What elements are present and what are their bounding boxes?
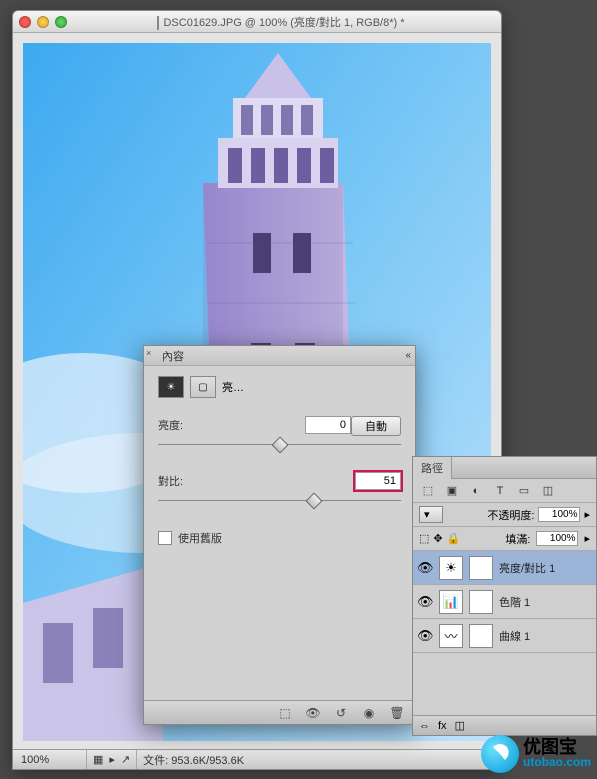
- reset-icon[interactable]: ↺: [333, 705, 349, 721]
- layers-panel: 路徑 ⬚ ▣ ◐ T ▭ ◫ ▾ 不透明度: 100% ▸ ⬚ ✥ 🔒 填滿: …: [412, 456, 597, 736]
- adjust-filter-icon[interactable]: ◐: [467, 483, 485, 499]
- window-title: DSC01629.JPG @ 100% (亮度/對比 1, RGB/8*) *: [163, 17, 404, 29]
- visibility-toggle[interactable]: 👁: [417, 628, 433, 644]
- layer-row[interactable]: 👁 📊 色階 1: [413, 585, 596, 619]
- lock-all-icon[interactable]: 🔒: [447, 532, 461, 545]
- fill-stepper[interactable]: ▸: [584, 532, 590, 545]
- smart-filter-icon[interactable]: ◫: [539, 483, 557, 499]
- close-icon[interactable]: ×: [146, 348, 151, 358]
- preset-label[interactable]: 亮…: [222, 379, 244, 395]
- link-layers-icon[interactable]: ⇔: [419, 720, 430, 732]
- contrast-label: 對比:: [158, 473, 183, 489]
- shape-filter-icon[interactable]: ▭: [515, 483, 533, 499]
- brightness-slider[interactable]: [158, 438, 401, 454]
- close-window-button[interactable]: [19, 16, 31, 28]
- watermark-en: utobao.com: [523, 755, 591, 769]
- opacity-stepper[interactable]: ▸: [584, 508, 590, 521]
- use-legacy-checkbox[interactable]: [158, 531, 172, 545]
- type-filter-icon[interactable]: T: [491, 483, 509, 499]
- proxy-icon[interactable]: [157, 16, 159, 30]
- collapse-icon[interactable]: «: [405, 350, 411, 361]
- add-mask-icon[interactable]: ◫: [455, 719, 465, 732]
- titlebar[interactable]: DSC01629.JPG @ 100% (亮度/對比 1, RGB/8*) *: [13, 11, 501, 33]
- visibility-toggle[interactable]: 👁: [417, 594, 433, 610]
- mask-thumb[interactable]: [469, 556, 493, 580]
- adjustment-icon[interactable]: ☀: [158, 376, 184, 398]
- properties-panel: × 內容 « ☀ ▢ 亮… 自動 亮度: 對比: 使用舊版: [143, 345, 416, 725]
- status-icon[interactable]: ▦: [93, 753, 103, 766]
- clip-icon[interactable]: ⬚: [277, 705, 293, 721]
- lock-move-icon[interactable]: ✥: [433, 532, 442, 545]
- auto-button[interactable]: 自動: [351, 416, 401, 436]
- fill-label: 填滿:: [505, 531, 530, 547]
- view-previous-icon[interactable]: ◉: [361, 705, 377, 721]
- adjustment-thumb[interactable]: 📊: [439, 590, 463, 614]
- watermark-logo: [481, 735, 519, 773]
- file-size: 文件: 953.6K/953.6K: [137, 752, 244, 768]
- use-legacy-label: 使用舊版: [178, 530, 222, 546]
- contrast-input[interactable]: [355, 472, 401, 490]
- lock-transparent-icon[interactable]: ⬚: [419, 532, 429, 545]
- minimize-window-button[interactable]: [37, 16, 49, 28]
- panel-title: 內容: [162, 348, 184, 364]
- zoom-window-button[interactable]: [55, 16, 67, 28]
- slider-thumb[interactable]: [271, 437, 288, 454]
- status-icon[interactable]: ▸: [109, 753, 115, 766]
- adjustment-thumb[interactable]: 〰: [439, 624, 463, 648]
- layer-fx-icon[interactable]: fx: [438, 720, 447, 732]
- fill-input[interactable]: 100%: [536, 531, 578, 546]
- paths-tab[interactable]: 路徑: [413, 457, 452, 479]
- watermark: 优图宝 utobao.com: [481, 735, 591, 773]
- layer-row[interactable]: 👁 〰 曲線 1: [413, 619, 596, 653]
- image-filter-icon[interactable]: ▣: [443, 483, 461, 499]
- mask-thumb[interactable]: [469, 624, 493, 648]
- layer-name[interactable]: 亮度/對比 1: [499, 560, 555, 576]
- slider-thumb[interactable]: [305, 493, 322, 510]
- adjustment-thumb[interactable]: ☀: [439, 556, 463, 580]
- status-bar: 100% ▦ ▸ ↗ 文件: 953.6K/953.6K ▸: [13, 749, 501, 769]
- opacity-label: 不透明度:: [487, 507, 534, 523]
- watermark-cn: 优图宝: [523, 739, 591, 755]
- filter-icon[interactable]: ⬚: [419, 483, 437, 499]
- zoom-level[interactable]: 100%: [13, 750, 87, 769]
- layer-name[interactable]: 色階 1: [499, 594, 530, 610]
- brightness-input[interactable]: [305, 416, 351, 434]
- brightness-label: 亮度:: [158, 417, 183, 433]
- blend-mode-dropdown[interactable]: ▾: [419, 506, 443, 523]
- contrast-slider[interactable]: [158, 494, 401, 510]
- mask-icon[interactable]: ▢: [190, 376, 216, 398]
- layer-name[interactable]: 曲線 1: [499, 628, 530, 644]
- visibility-toggle[interactable]: 👁: [417, 560, 433, 576]
- mask-thumb[interactable]: [469, 590, 493, 614]
- panel-footer: ⬚ 👁 ↺ ◉ 🗑: [144, 700, 415, 724]
- visibility-icon[interactable]: 👁: [305, 705, 321, 721]
- panel-tab[interactable]: × 內容 «: [144, 346, 415, 366]
- opacity-input[interactable]: 100%: [538, 507, 580, 522]
- layer-row[interactable]: 👁 ☀ 亮度/對比 1: [413, 551, 596, 585]
- status-icon[interactable]: ↗: [121, 753, 130, 766]
- trash-icon[interactable]: 🗑: [389, 705, 405, 721]
